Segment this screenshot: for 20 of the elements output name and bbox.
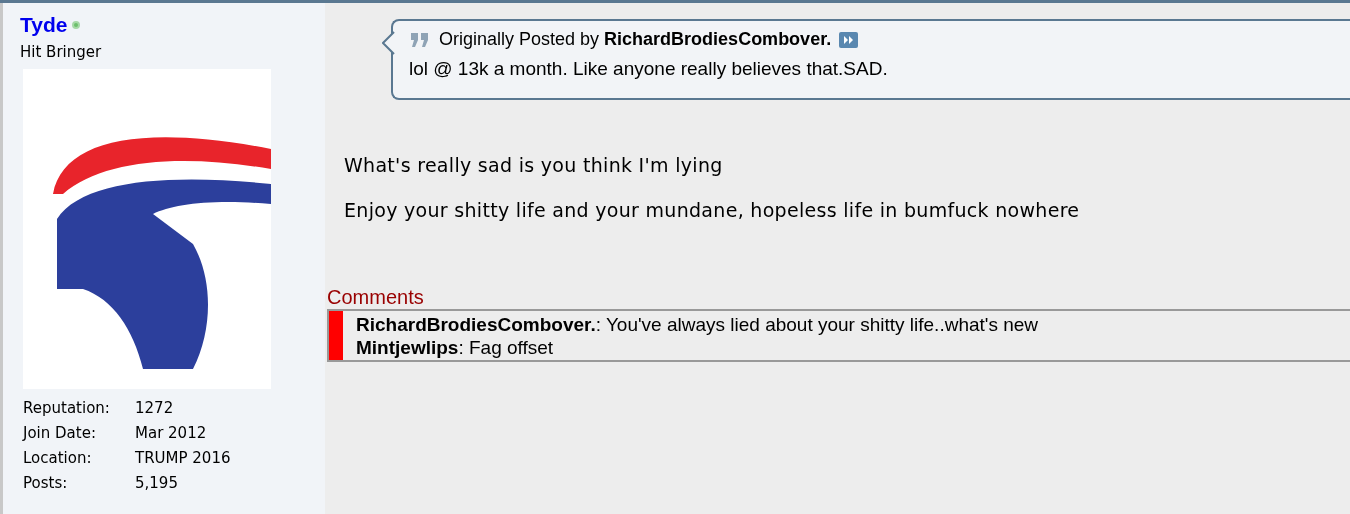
post-text: Enjoy your shitty life and your mundane, hopeless life in bumfuck nowhere [344,199,1081,221]
quote-attribution: Originally Posted by RichardBrodiesCombover. [439,29,832,50]
comment-marker-bar [329,311,343,360]
stat-value: Mar 2012 [135,424,208,442]
stat-label: Reputation: [23,399,111,417]
stat-value: 5,195 [135,474,179,492]
stat-label: Location: [23,449,93,467]
username-link[interactable]: Tyde [20,13,68,37]
stat-label: Join Date: [23,424,97,442]
stat-label: Posts: [23,474,69,492]
stat-value: 1272 [135,399,175,417]
comments-heading: Comments [327,286,425,309]
quote-text: lol @ 13k a month. Like anyone really believes that.SAD. [409,58,889,80]
comment-text: RichardBrodiesCombover.: You've always lied about your shitty life..what's new [356,313,1039,336]
user-title: Hit Bringer [20,43,103,61]
stat-value: TRUMP 2016 [135,449,232,467]
post-text: What's really sad is you think I'm lying [344,154,724,176]
comment-text: Mintjewlips: Fag offset [356,336,555,359]
view-post-icon[interactable] [839,31,859,48]
quote-icon [409,30,431,49]
